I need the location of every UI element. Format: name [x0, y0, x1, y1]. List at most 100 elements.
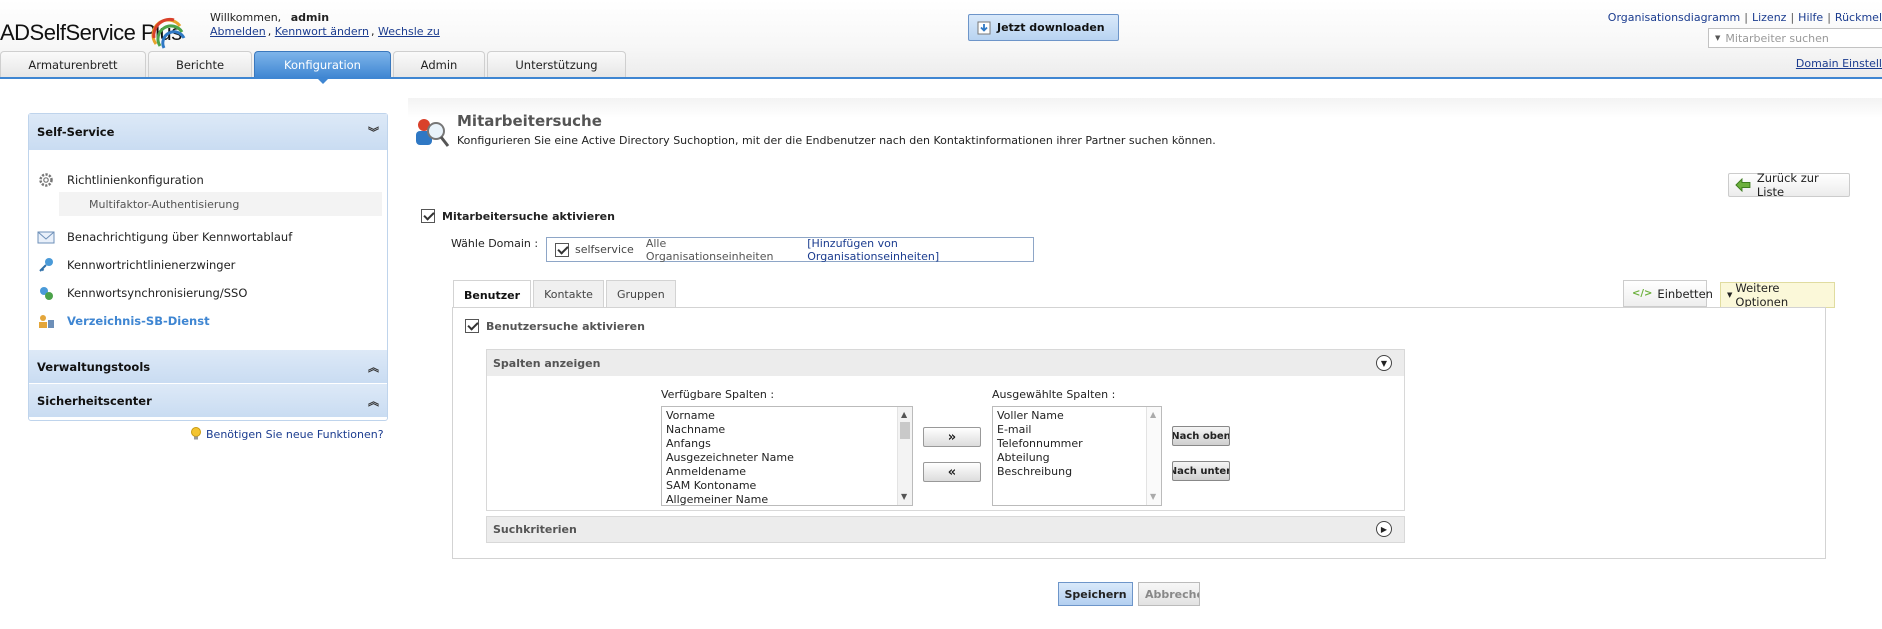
domain-settings-link[interactable]: Domain Einstell	[1796, 57, 1882, 70]
move-down-button[interactable]: Nach unten	[1172, 461, 1230, 481]
list-item[interactable]: Voller Name	[997, 409, 1157, 423]
list-item[interactable]: Beschreibung	[997, 465, 1157, 479]
enable-user-search-checkbox[interactable]	[465, 319, 479, 333]
dropdown-arrow-icon[interactable]: ▼	[1715, 34, 1720, 42]
add-column-button[interactable]: »	[923, 427, 981, 447]
download-icon	[977, 21, 991, 34]
tab-groups[interactable]: Gruppen	[605, 280, 676, 308]
download-button[interactable]: Jetzt downloaden	[968, 14, 1119, 41]
expand-icon[interactable]: ︽	[368, 393, 379, 409]
more-options-label: Weitere Optionen	[1735, 281, 1789, 309]
scrollbar[interactable]: ▲ ▼	[897, 407, 912, 505]
lightbulb-icon	[191, 427, 201, 440]
move-up-button[interactable]: Nach oben	[1172, 426, 1230, 446]
arrow-left-icon	[1735, 178, 1751, 192]
switch-to-link[interactable]: Wechsle zu	[378, 25, 440, 38]
scroll-up-icon[interactable]: ▲	[901, 408, 907, 422]
user-links: Abmelden, Kennwort ändern, Wechsle zu	[210, 25, 440, 38]
list-item[interactable]: Anfangs	[666, 437, 908, 451]
tab-dashboard[interactable]: Armaturenbrett	[0, 51, 146, 78]
feature-request-label: Benötigen Sie neue Funktionen?	[206, 427, 384, 441]
feature-request-link[interactable]: Benötigen Sie neue Funktionen?	[190, 427, 384, 441]
display-columns-panel: Spalten anzeigen ▼ Verfügbare Spalten : …	[486, 349, 1405, 511]
feedback-link[interactable]: Rückmel	[1835, 11, 1882, 24]
expand-circle-icon[interactable]: ▶	[1376, 521, 1392, 537]
display-columns-header[interactable]: Spalten anzeigen ▼	[487, 350, 1404, 376]
sidebar-item-directory-service[interactable]: Verzeichnis-SB-Dienst	[37, 310, 210, 332]
scroll-up-icon[interactable]: ▲	[1150, 408, 1156, 422]
license-link[interactable]: Lizenz	[1752, 11, 1786, 24]
remove-column-button[interactable]: «	[923, 462, 981, 482]
panel-title: Suchkriterien	[493, 523, 577, 536]
embed-button[interactable]: </> Einbetten	[1623, 280, 1713, 307]
list-item[interactable]: Vorname	[666, 409, 908, 423]
domain-select-row: Wähle Domain :	[451, 237, 538, 250]
sidebar-section-self-service[interactable]: Self-Service ︾	[29, 114, 387, 150]
expand-icon[interactable]: ︽	[368, 359, 379, 375]
sidebar-item-mfa[interactable]: Multifaktor-Authentisierung	[59, 192, 382, 216]
sidebar-item-password-sync[interactable]: Kennwortsynchronisierung/SSO	[37, 282, 247, 304]
selected-columns-list[interactable]: Voller Name E-mail Telefonnummer Abteilu…	[992, 406, 1162, 506]
org-chart-link[interactable]: Organisationsdiagramm	[1608, 11, 1740, 24]
sidebar-item-label: Multifaktor-Authentisierung	[89, 197, 240, 211]
tab-support[interactable]: Unterstützung	[487, 51, 626, 78]
list-item[interactable]: Allgemeiner Name	[666, 493, 908, 505]
list-item[interactable]: Ausgezeichneter Name	[666, 451, 908, 465]
sidebar-section-admin-tools[interactable]: Verwaltungstools ︽	[29, 350, 387, 383]
top-links: Organisationsdiagramm | Lizenz | Hilfe | Rückm…	[1607, 11, 1882, 24]
sidebar-item-label: Richtlinienkonfiguration	[67, 173, 204, 187]
collapse-icon[interactable]: ︾	[368, 124, 379, 140]
tab-users[interactable]: Benutzer	[453, 280, 532, 309]
list-item[interactable]: Nachname	[666, 423, 908, 437]
search-criteria-header[interactable]: Suchkriterien ▶	[487, 517, 1404, 542]
search-type-tabs: Benutzer Kontakte Gruppen	[453, 280, 678, 309]
sidebar-section-security[interactable]: Sicherheitscenter ︽	[29, 384, 387, 417]
scroll-thumb[interactable]	[900, 422, 910, 439]
sidebar-item-password-expiry[interactable]: Benachrichtigung über Kennwortablauf	[37, 226, 292, 248]
more-options-button[interactable]: ▼ Weitere Optionen	[1720, 281, 1835, 309]
embed-label: Einbetten	[1657, 286, 1713, 301]
panel-title: Spalten anzeigen	[493, 356, 601, 370]
save-button[interactable]: Speichern	[1058, 582, 1133, 606]
collapse-circle-icon[interactable]: ▼	[1376, 355, 1392, 371]
tab-configuration[interactable]: Konfiguration	[254, 51, 391, 84]
main-nav-tabs: Armaturenbrett Berichte Konfiguration Ad…	[0, 51, 628, 84]
scroll-down-icon[interactable]: ▼	[901, 490, 907, 504]
scroll-down-icon[interactable]: ▼	[1150, 490, 1156, 504]
tab-admin[interactable]: Admin	[393, 51, 485, 78]
list-item[interactable]: Abteilung	[997, 451, 1157, 465]
tab-reports[interactable]: Berichte	[148, 51, 252, 78]
add-ou-link[interactable]: [Hinzufügen von Organisationseinheiten]	[807, 237, 1033, 263]
page-title: Mitarbeitersuche	[457, 112, 602, 130]
cancel-button[interactable]: Abbrechen	[1138, 582, 1200, 606]
help-link[interactable]: Hilfe	[1798, 11, 1823, 24]
header-divider	[0, 77, 1882, 79]
enable-user-search-row: Benutzersuche aktivieren	[465, 319, 645, 333]
list-item[interactable]: Telefonnummer	[997, 437, 1157, 451]
available-columns-list[interactable]: Vorname Nachname Anfangs Ausgezeichneter…	[661, 406, 913, 506]
list-item[interactable]: E-mail	[997, 423, 1157, 437]
tab-contacts[interactable]: Kontakte	[533, 280, 604, 308]
domain-label: Wähle Domain :	[451, 237, 539, 250]
list-item[interactable]: SAM Kontoname	[666, 479, 908, 493]
employee-search-input[interactable]: ▼ Mitarbeiter suchen	[1708, 28, 1882, 48]
logout-link[interactable]: Abmelden	[210, 25, 266, 38]
sidebar-item-policy-config[interactable]: Richtlinienkonfiguration	[37, 169, 204, 191]
scrollbar[interactable]: ▲ ▼	[1146, 407, 1161, 505]
section-title: Sicherheitscenter	[37, 393, 152, 408]
list-item[interactable]: Anmeldename	[666, 465, 908, 479]
dropdown-arrow-icon: ▼	[1727, 291, 1733, 299]
current-username: admin	[290, 11, 330, 24]
back-to-list-button[interactable]: Zurück zur Liste	[1728, 171, 1850, 199]
domain-ou-scope: Alle Organisationseinheiten	[645, 236, 774, 263]
key-icon	[39, 258, 53, 272]
domain-checkbox[interactable]	[555, 242, 569, 257]
enable-employee-search-checkbox[interactable]	[421, 209, 435, 223]
sidebar-item-label: Verzeichnis-SB-Dienst	[67, 314, 210, 328]
sidebar-item-password-policy[interactable]: Kennwortrichtlinienerzwinger	[37, 254, 235, 276]
product-logo[interactable]: ADSelfService Plus	[0, 14, 190, 49]
change-password-link[interactable]: Kennwort ändern	[275, 25, 369, 38]
enable-employee-search-label: Mitarbeitersuche aktivieren	[442, 209, 615, 223]
search-criteria-panel[interactable]: Suchkriterien ▶	[486, 516, 1405, 543]
download-label: Jetzt downloaden	[997, 21, 1105, 34]
